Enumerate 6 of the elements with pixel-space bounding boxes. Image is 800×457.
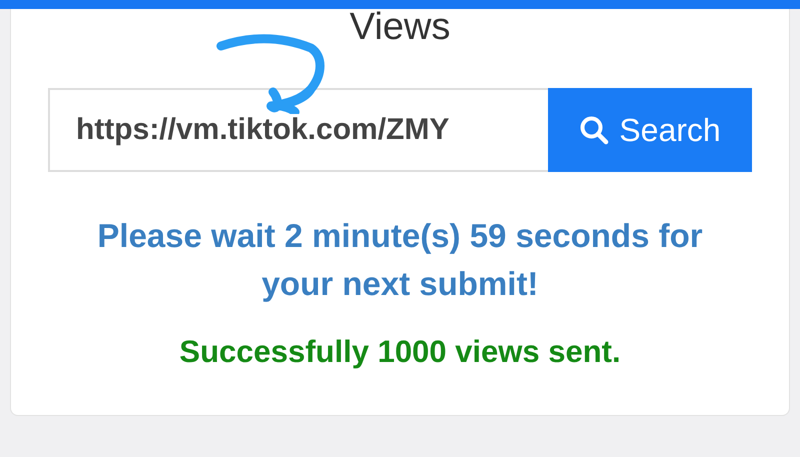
success-message: Successfully 1000 views sent. [178,334,622,370]
wait-message: Please wait 2 minute(s) 59 seconds for your next submit! [96,216,704,304]
card-title: Views [348,9,452,45]
url-input-field[interactable]: https://vm.tiktok.com/ZMY [48,88,548,172]
search-icon [579,115,610,145]
search-button[interactable]: Search [548,88,752,172]
